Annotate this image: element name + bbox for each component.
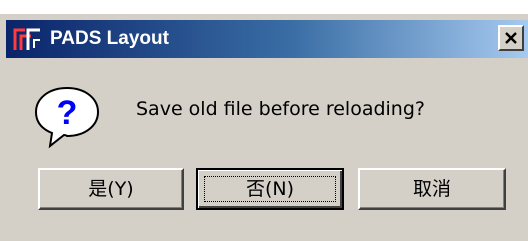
question-icon: ? — [34, 86, 100, 149]
dialog-window: PADS Layout ? Save old file before reloa… — [0, 14, 528, 241]
cancel-button[interactable]: 取消 — [358, 168, 506, 210]
svg-text:?: ? — [57, 94, 78, 132]
no-button[interactable]: 否(N) — [196, 168, 344, 210]
yes-button[interactable]: 是(Y) — [38, 168, 184, 210]
title-bar[interactable]: PADS Layout — [6, 20, 528, 58]
close-icon — [505, 32, 517, 44]
yes-button-label: 是(Y) — [88, 178, 134, 200]
dialog-message: Save old file before reloading? — [136, 98, 425, 120]
pads-logo-icon — [13, 28, 40, 50]
window-title: PADS Layout — [50, 28, 169, 49]
no-button-label: 否(N) — [245, 178, 295, 200]
cancel-button-label: 取消 — [412, 178, 451, 200]
close-button[interactable] — [498, 25, 524, 51]
